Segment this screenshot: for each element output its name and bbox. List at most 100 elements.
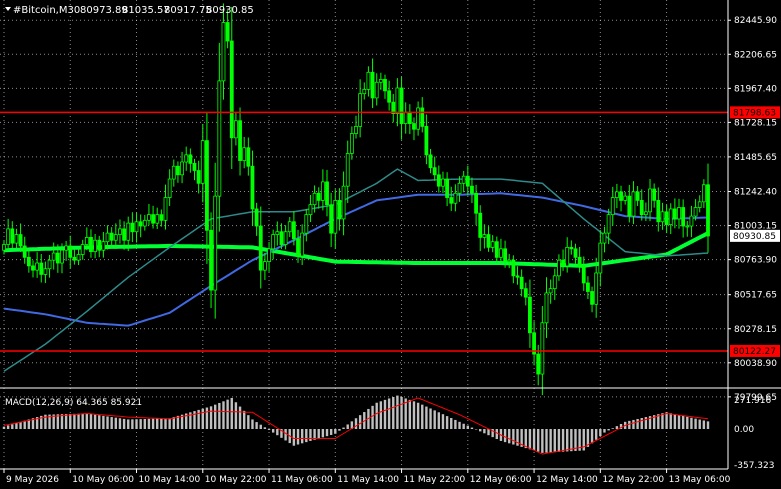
candle-body bbox=[234, 120, 238, 139]
candle-body bbox=[31, 265, 35, 271]
macd-histogram-bar bbox=[238, 406, 242, 429]
macd-histogram-bar bbox=[334, 429, 337, 434]
candle-body bbox=[225, 22, 230, 42]
macd-histogram-bar bbox=[408, 399, 412, 429]
candle-body bbox=[606, 214, 611, 234]
x-tick-label: 10 May 22:00 bbox=[205, 475, 267, 485]
macd-histogram-bar bbox=[594, 429, 598, 440]
candle-body bbox=[590, 291, 594, 305]
header-symbol: #Bitcoin,M30 bbox=[13, 5, 80, 16]
y-tick-label: 82206.65 bbox=[734, 50, 777, 60]
candle-body bbox=[511, 259, 516, 277]
macd-histogram-bar bbox=[661, 413, 664, 429]
macd-histogram-bar bbox=[267, 429, 271, 430]
macd-histogram-bar bbox=[454, 419, 457, 429]
candle-body bbox=[635, 191, 640, 201]
candle-body bbox=[64, 245, 69, 251]
macd-histogram-bar bbox=[317, 429, 320, 439]
candle-body bbox=[557, 259, 561, 277]
y-tick-label: 81242.40 bbox=[734, 188, 777, 198]
candle-body bbox=[320, 181, 325, 201]
candle-body bbox=[105, 232, 110, 243]
macd-histogram-bar bbox=[421, 404, 424, 429]
candle-body bbox=[395, 87, 400, 114]
candle-body bbox=[304, 214, 309, 234]
candle-body bbox=[60, 249, 64, 264]
candle-body bbox=[399, 87, 404, 124]
candle-body bbox=[341, 185, 346, 220]
candle-body bbox=[354, 125, 358, 134]
macd-histogram-bar bbox=[358, 415, 362, 429]
candle-body bbox=[660, 211, 665, 223]
macd-histogram-bar bbox=[110, 417, 113, 429]
candle-body bbox=[366, 71, 371, 90]
macd-histogram-bar bbox=[292, 429, 296, 446]
macd-histogram-bar bbox=[168, 418, 171, 429]
candle-body bbox=[594, 272, 599, 305]
candle-body bbox=[312, 192, 317, 206]
candle-body bbox=[552, 275, 557, 290]
header-high: 81035.57 bbox=[122, 5, 170, 16]
level-price-text: 81798.63 bbox=[733, 108, 776, 118]
macd-histogram-bar bbox=[681, 415, 685, 429]
candle-body bbox=[639, 200, 644, 216]
y-tick-label: 82445.90 bbox=[734, 16, 777, 26]
price-chart[interactable]: 81798.63 80122.27 80930.85 82445.90 82206.6… bbox=[0, 0, 781, 489]
macd-histogram-bar bbox=[400, 397, 403, 429]
candle-body bbox=[374, 81, 379, 99]
candle-body bbox=[499, 248, 503, 258]
macd-histogram-bar bbox=[462, 423, 465, 429]
candle-body bbox=[482, 234, 487, 238]
macd-histogram-bar bbox=[354, 418, 358, 429]
candle-body bbox=[72, 256, 77, 261]
candle-body bbox=[51, 252, 56, 261]
macd-histogram-bar bbox=[545, 429, 548, 453]
macd-histogram-bar bbox=[114, 417, 118, 429]
candle-body bbox=[643, 211, 648, 216]
candle-body bbox=[577, 256, 582, 267]
macd-histogram-bar bbox=[147, 418, 151, 429]
y-tick-label: 81003.15 bbox=[734, 222, 777, 232]
macd-histogram-bar bbox=[251, 419, 254, 429]
candle-body bbox=[652, 188, 657, 201]
candle-body bbox=[681, 207, 686, 227]
candle-body bbox=[221, 22, 226, 82]
candle-body bbox=[349, 133, 354, 154]
candle-body bbox=[176, 165, 180, 176]
macd-histogram-bar bbox=[102, 415, 105, 429]
candle-body bbox=[308, 204, 313, 216]
candle-body bbox=[528, 296, 532, 334]
header-low: 80917.75 bbox=[164, 5, 212, 16]
macd-histogram-bar bbox=[487, 429, 490, 436]
macd-histogram-bar bbox=[528, 429, 532, 450]
y-tick-label: 80517.65 bbox=[734, 291, 777, 301]
macd-histogram-bar bbox=[566, 429, 569, 452]
candle-body bbox=[453, 192, 458, 204]
x-tick-label: 11 May 06:00 bbox=[271, 475, 333, 485]
macd-histogram-bar bbox=[214, 404, 217, 429]
candle-body bbox=[325, 181, 329, 206]
candle-body bbox=[43, 268, 48, 275]
macd-histogram-bar bbox=[416, 402, 420, 429]
candle-body bbox=[449, 197, 454, 204]
candle-body bbox=[147, 214, 151, 221]
macd-histogram-bar bbox=[139, 419, 142, 429]
candle-body bbox=[163, 197, 168, 221]
macd-histogram-bar bbox=[706, 421, 710, 429]
candle-body bbox=[97, 239, 102, 251]
candle-body bbox=[701, 184, 706, 203]
candle-body bbox=[561, 259, 565, 267]
macd-histogram-bar bbox=[73, 413, 76, 429]
candle-body bbox=[370, 71, 375, 99]
macd-histogram-bar bbox=[677, 415, 681, 429]
x-tick-label: 12 May 14:00 bbox=[536, 475, 598, 485]
macd-histogram-bar bbox=[690, 417, 693, 429]
current-price-text: 80930.85 bbox=[733, 232, 776, 242]
macd-histogram-bar bbox=[15, 423, 18, 429]
macd-histogram-bar bbox=[160, 418, 163, 429]
candle-body bbox=[242, 147, 247, 161]
macd-histogram-bar bbox=[541, 429, 544, 453]
candle-body bbox=[668, 208, 673, 225]
candle-body bbox=[619, 191, 623, 201]
macd-histogram-bar bbox=[686, 416, 689, 429]
